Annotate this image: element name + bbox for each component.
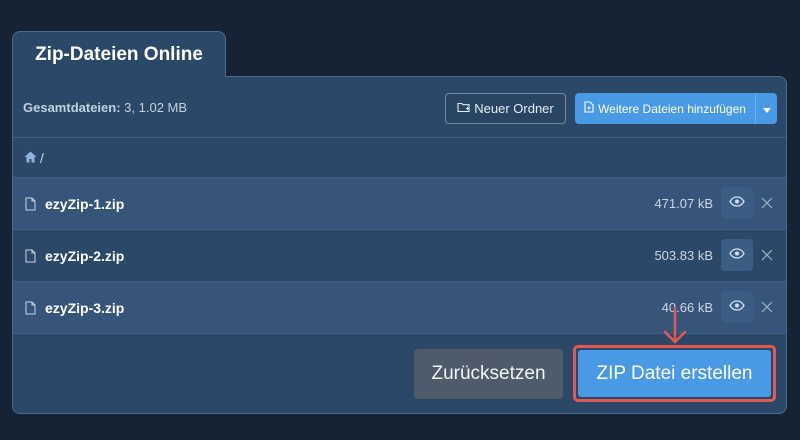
add-files-label: Weitere Dateien hinzufügen	[598, 101, 746, 116]
remove-file-icon[interactable]	[761, 248, 773, 266]
toolbar: Gesamtdateien: 3, 1.02 MB Neuer Ordner W…	[13, 77, 786, 137]
eye-icon	[729, 194, 745, 212]
file-panel: Gesamtdateien: 3, 1.02 MB Neuer Ordner W…	[12, 76, 787, 414]
home-icon[interactable]	[24, 150, 37, 166]
file-size: 503.83 kB	[654, 248, 713, 263]
file-row: ezyZip-2.zip 503.83 kB	[13, 230, 786, 282]
new-folder-button[interactable]: Neuer Ordner	[445, 93, 566, 124]
eye-icon	[729, 298, 745, 316]
folder-icon	[457, 101, 470, 116]
preview-button[interactable]	[721, 239, 753, 271]
reset-button[interactable]: Zurücksetzen	[414, 349, 563, 399]
remove-file-icon[interactable]	[761, 300, 773, 318]
file-size: 471.07 kB	[654, 196, 713, 211]
file-name: ezyZip-2.zip	[45, 247, 125, 264]
file-icon	[25, 197, 36, 216]
breadcrumb: /	[13, 137, 786, 178]
reset-label: Zurücksetzen	[431, 363, 546, 384]
add-files-button[interactable]: Weitere Dateien hinzufügen	[575, 93, 777, 124]
create-zip-label: ZIP Datei erstellen	[596, 362, 753, 384]
file-icon	[25, 249, 36, 268]
eye-icon	[729, 246, 745, 264]
breadcrumb-separator: /	[40, 149, 44, 166]
file-row: ezyZip-1.zip 471.07 kB	[13, 178, 786, 230]
file-icon	[25, 301, 36, 320]
total-files-value: 3, 1.02 MB	[124, 99, 188, 115]
remove-file-icon[interactable]	[761, 196, 773, 214]
add-files-main[interactable]: Weitere Dateien hinzufügen	[575, 93, 755, 124]
arrow-down-icon	[663, 306, 687, 350]
tab-title: Zip-Dateien Online	[35, 43, 203, 65]
total-files-summary: Gesamtdateien: 3, 1.02 MB	[23, 100, 187, 115]
create-zip-highlight: ZIP Datei erstellen	[573, 345, 776, 402]
create-zip-button[interactable]: ZIP Datei erstellen	[578, 350, 771, 397]
new-folder-label: Neuer Ordner	[474, 101, 554, 116]
add-files-dropdown-toggle[interactable]	[755, 93, 777, 124]
caret-down-icon	[762, 102, 771, 116]
file-name: ezyZip-3.zip	[45, 299, 125, 316]
total-files-label: Gesamtdateien:	[23, 99, 121, 115]
file-name: ezyZip-1.zip	[45, 195, 125, 212]
tab-zip-files-online[interactable]: Zip-Dateien Online	[12, 31, 226, 77]
preview-button[interactable]	[721, 187, 753, 219]
preview-button[interactable]	[721, 291, 753, 323]
file-plus-icon	[584, 101, 594, 116]
